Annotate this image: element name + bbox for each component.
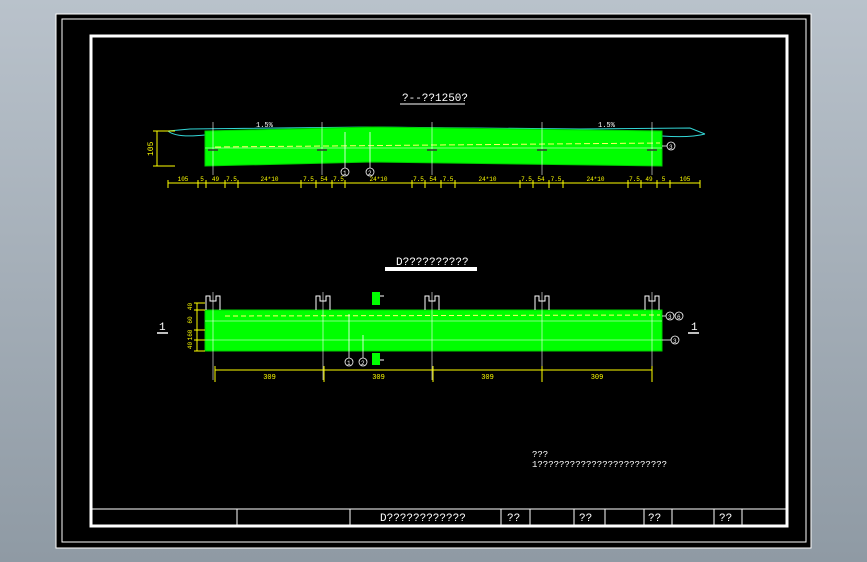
slope-left: 1.5% [256, 122, 274, 130]
bottom-dim-label: 309 [481, 374, 494, 382]
dim-label: 7.5 [333, 176, 344, 183]
dim-label: 54 [537, 176, 545, 183]
dim-label: 7.5 [413, 176, 424, 183]
plan-callout-1-label: 1 [347, 360, 351, 367]
title-block-cell-2: ?? [579, 513, 592, 525]
dim-label: 5 [662, 176, 666, 183]
dim-label: 7.5 [443, 176, 454, 183]
section-mark-left: 1 [159, 322, 166, 334]
dim-label: 49 [645, 176, 653, 183]
plan-callout-6-label: 6 [677, 314, 681, 321]
bottom-dim-label: 309 [591, 374, 604, 382]
plan-view-title: D?????????? [396, 257, 469, 269]
notes-line: 1???????????????????????? [532, 460, 667, 470]
dim-label: 24*10 [586, 176, 604, 183]
callout-3-label: 3 [669, 144, 673, 151]
section-cut-top [372, 292, 380, 305]
dim-label: 49 [212, 176, 220, 183]
notes-heading: ??? [532, 450, 548, 460]
slope-right: 1.5% [598, 122, 616, 130]
dim-label: 24*10 [478, 176, 496, 183]
dim-label: 7.5 [551, 176, 562, 183]
drawing-canvas: ?--??1250? 1.5% 1.5% 105 1 2 3 105 5 49 … [55, 13, 812, 549]
section-mark-right: 1 [691, 322, 698, 334]
plan-callout-2-label: 2 [361, 360, 365, 367]
plan-callout-3-label: 3 [668, 314, 672, 321]
dim-label: 7.5 [629, 176, 640, 183]
dim-label: 5 [200, 176, 204, 183]
left-dim-label: 40 [187, 303, 194, 311]
section-cut-bottom [372, 353, 380, 365]
dim-label: 24*10 [369, 176, 387, 183]
dim-label: 54 [320, 176, 328, 183]
height-dim-label: 105 [147, 141, 156, 156]
dim-label: 24*10 [260, 176, 278, 183]
plan-callout-3b-label: 3 [673, 338, 677, 345]
dim-label: 54 [429, 176, 437, 183]
dim-label: 7.5 [226, 176, 237, 183]
title-block-cell-3: ?? [648, 513, 661, 525]
title-block-cell-4: ?? [719, 513, 732, 525]
title-block-cell-1: ?? [507, 513, 520, 525]
bottom-dim-label: 309 [372, 374, 385, 382]
cross-section-title: ?--??1250? [402, 93, 468, 105]
left-dim-label: 160 [187, 329, 194, 340]
left-dim-label: 40 [187, 342, 194, 350]
bottom-dim-label: 309 [263, 374, 276, 382]
dim-label: 7.5 [303, 176, 314, 183]
dim-label: 7.5 [521, 176, 532, 183]
left-dim-label: 60 [187, 316, 194, 324]
title-block-drawing-name: D???????????? [380, 513, 466, 525]
dim-label: 105 [178, 176, 189, 183]
dim-label: 105 [680, 176, 691, 183]
